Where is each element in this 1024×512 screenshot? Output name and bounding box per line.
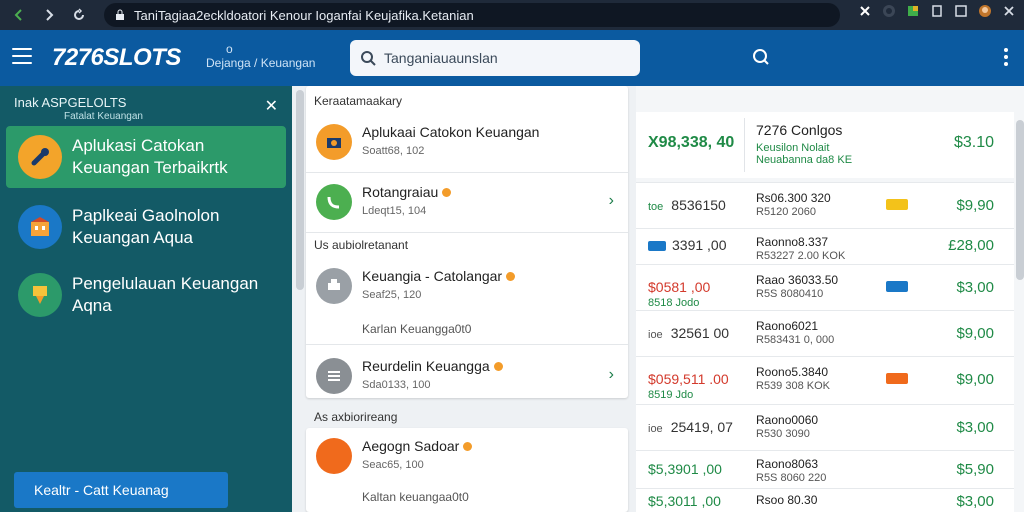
sidebar: Inak ASPGELOLTS Fatalat Keuangan ✕ Apluk… — [0, 86, 292, 512]
printer-icon — [316, 268, 352, 304]
summary-title: 7276 Conlgos — [756, 122, 843, 138]
back-icon[interactable] — [8, 4, 30, 26]
table-row[interactable]: toe 8536150 Rs06.300 320 R5120 2060 $9,90 — [636, 182, 1014, 228]
address-bar[interactable]: TaniTagiaa2eckldoatori Kenour Ioganfai K… — [104, 3, 840, 27]
section-title: Keraatamaakary — [314, 94, 403, 108]
brand-logo[interactable]: 7276SLOTS — [52, 44, 181, 72]
puzzle-icon[interactable] — [906, 4, 920, 23]
list-item[interactable]: Keuangia - Catolangar Seaf25, 120 — [306, 258, 628, 314]
phone-icon — [316, 184, 352, 220]
note-text: Karlan Keuangga0t0 — [362, 322, 472, 336]
table-row[interactable]: 3391 ,00 Raonno8.337 R53227 2.00 KOK £28,… — [636, 228, 1014, 264]
hamburger-menu-icon[interactable] — [12, 48, 32, 64]
sidebar-item-aplikasi[interactable]: Aplukasi Catokan Keuangan Terbaikrtk — [6, 126, 286, 188]
reload-icon[interactable] — [68, 4, 90, 26]
window-icon[interactable] — [954, 4, 968, 23]
close-icon[interactable] — [1002, 4, 1016, 23]
sidebar-item-pengelolaan[interactable]: Paplkeai Gaolnolon Keuangan Aqua — [6, 196, 286, 258]
lock-icon — [116, 9, 124, 20]
search-icon — [361, 51, 376, 66]
list-icon — [316, 358, 352, 394]
table-row[interactable]: $5,3901 ,00 Raono8063 R5S 8060 220 $5,90 — [636, 450, 1014, 488]
browser-toolbar — [858, 4, 1016, 23]
bookmark-icon[interactable] — [930, 4, 944, 23]
list-card: Keraatamaakary Aplukaai Catokon Keuangan… — [306, 86, 628, 398]
table-row[interactable]: ioe 25419, 07 Raono0060 R530 3090 $3,00 — [636, 404, 1014, 450]
list-item[interactable]: Rotangraiau Ldeqt15, 104 › — [306, 174, 628, 230]
status-badge — [886, 281, 908, 292]
scrollbar[interactable] — [1016, 120, 1024, 280]
section-title: Us aubiolretanant — [314, 238, 409, 252]
status-badge — [886, 373, 908, 384]
avatar-icon[interactable] — [978, 4, 992, 23]
footer-action-button[interactable]: Kealtr - Catt Keuanag — [14, 472, 228, 508]
avatar — [316, 438, 352, 474]
search-input[interactable]: Tanganiauaunslan — [350, 40, 640, 76]
list-item[interactable]: Reurdelin Keuangga Sda0133, 100 › — [306, 348, 628, 404]
table-row[interactable]: $059,511 .00 8519 Jdo Roono5.3840 R539 30… — [636, 356, 1014, 404]
breadcrumb: o Dejanga / Keuangan — [206, 42, 316, 70]
sidebar-header: Inak ASPGELOLTS Fatalat Keuangan — [14, 95, 143, 123]
chevron-right-icon[interactable]: › — [609, 366, 614, 384]
table-row[interactable]: ioe 32561 00 Raono6021 R583431 0, 000 $9,0… — [636, 310, 1014, 356]
summary-panel: X98,338, 40 7276 Conlgos Keusilon Nolait… — [636, 86, 1024, 512]
chevron-right-icon[interactable]: › — [609, 192, 614, 210]
list-item[interactable]: Aplukaai Catokon Keuangan Soatt68, 102 — [306, 114, 628, 170]
transaction-list: Keraatamaakary Aplukaai Catokon Keuangan… — [292, 86, 636, 512]
app-header: 7276SLOTS o Dejanga / Keuangan Tanganiau… — [0, 30, 1024, 86]
table-row[interactable]: $0581 ,00 8518 Jodo Raao 36033.50 R5S 808… — [636, 264, 1014, 310]
sidebar-item-keuangan[interactable]: Pengelulauan Keuangan Aqna — [6, 264, 286, 326]
building-icon — [18, 205, 62, 249]
close-icon[interactable]: ✕ — [265, 96, 278, 116]
summary-header: X98,338, 40 7276 Conlgos Keusilon Nolait… — [636, 112, 1014, 178]
status-badge — [886, 199, 908, 210]
scrollbar[interactable] — [296, 90, 304, 290]
table-row[interactable]: $5,3011 ,00 Rsoo 80.30 $3,00 — [636, 488, 1014, 512]
summary-amount: $3.10 — [953, 134, 994, 151]
total-value: X98,338, 40 — [648, 134, 735, 151]
forward-icon[interactable] — [38, 4, 60, 26]
microphone-icon — [18, 135, 62, 179]
wallet-icon — [18, 273, 62, 317]
camera-icon — [316, 124, 352, 160]
url-text: TaniTagiaa2eckldoatori Kenour Ioganfai K… — [134, 7, 474, 23]
list-item[interactable]: Aegogn Sadoar Seac65, 100 — [306, 428, 628, 484]
extension-icon[interactable] — [858, 4, 872, 23]
list-card: Aegogn Sadoar Seac65, 100 Kaltan keuanga… — [306, 428, 628, 512]
section-title: As axbiorireang — [314, 410, 398, 424]
profile-icon[interactable] — [882, 4, 896, 23]
more-options-icon[interactable] — [1004, 48, 1008, 69]
search-icon[interactable] — [752, 48, 770, 71]
note-text: Kaltan keuangaa0t0 — [362, 490, 469, 504]
